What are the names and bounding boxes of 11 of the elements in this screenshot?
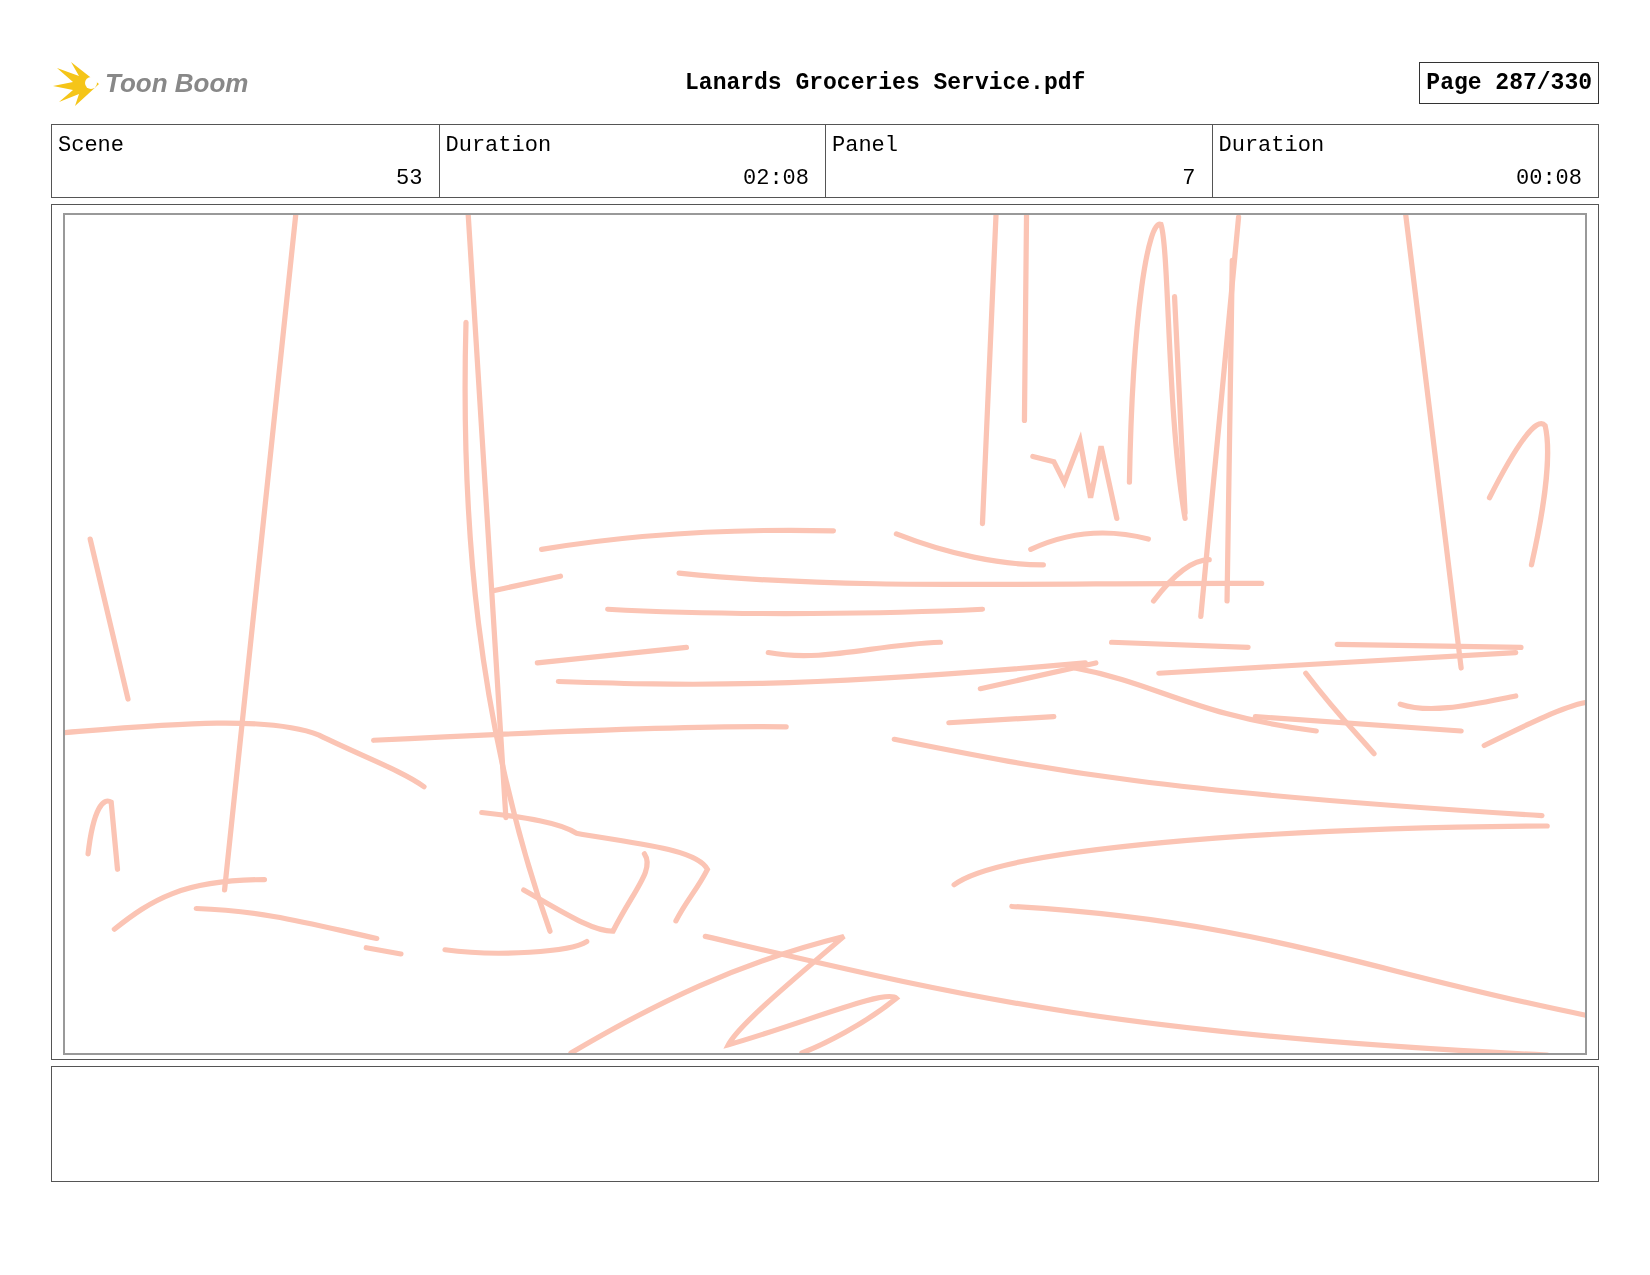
logo-text: Toon Boom	[105, 67, 249, 99]
field-label: Duration	[445, 133, 553, 158]
field-label: Panel	[832, 133, 899, 158]
field-label: Duration	[1218, 133, 1326, 158]
field-value: 7	[1182, 166, 1196, 191]
field-value: 02:08	[743, 166, 809, 191]
field-value: 00:08	[1516, 166, 1582, 191]
document-title: Lanards Groceries Service.pdf	[685, 70, 1086, 96]
page-number: Page 287/330	[1419, 62, 1599, 104]
field-label: Scene	[58, 133, 125, 158]
field-value: 53	[396, 166, 423, 191]
